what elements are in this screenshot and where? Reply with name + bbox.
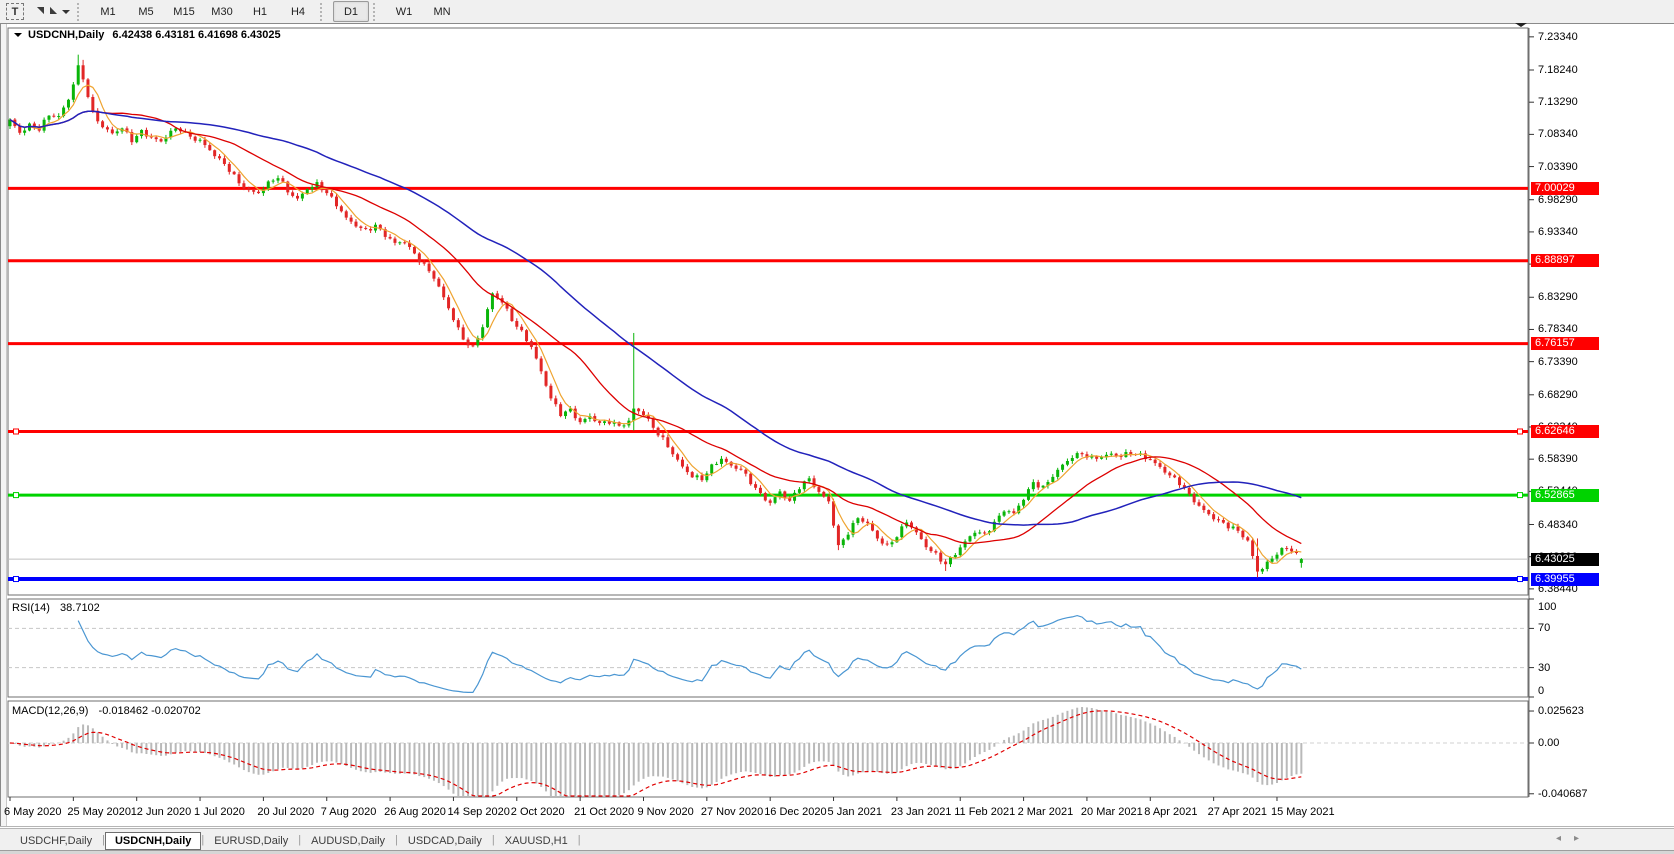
chart-tabbar: USDCHF,Daily|USDCNH,Daily|EURUSD,Daily|A… — [0, 828, 1674, 851]
date-tick: 11 Feb 2021 — [954, 806, 1015, 818]
tabs-host: USDCHF,Daily|USDCNH,Daily|EURUSD,Daily|A… — [10, 831, 581, 850]
tab-separator: | — [578, 834, 581, 846]
tab-eurusd-daily[interactable]: EURUSD,Daily — [204, 833, 298, 849]
date-tick: 9 Nov 2020 — [637, 806, 693, 818]
macd-tick: -0.040687 — [1538, 788, 1588, 800]
ohlc-values: 6.42438 6.43181 6.41698 6.43025 — [112, 29, 280, 41]
macd-name: MACD(12,26,9) — [12, 705, 88, 717]
hline-price-flag: 6.52865 — [1531, 489, 1599, 502]
date-tick: 20 Jul 2020 — [257, 806, 314, 818]
date-tick: 21 Oct 2020 — [574, 806, 634, 818]
price-tick: 6.83290 — [1538, 291, 1578, 303]
date-tick: 8 Apr 2021 — [1144, 806, 1197, 818]
date-tick: 1 Jul 2020 — [194, 806, 245, 818]
date-tick: 27 Nov 2020 — [701, 806, 763, 818]
mt4-window: T M1M5M15M30H1H4D1W1MN USDCNH,Daily 6.42… — [0, 0, 1674, 854]
symbol-period-label: USDCNH,Daily — [28, 29, 104, 41]
price-tick: 7.03390 — [1538, 161, 1578, 173]
tab-usdcad-daily[interactable]: USDCAD,Daily — [398, 833, 492, 849]
date-tick: 16 Dec 2020 — [764, 806, 826, 818]
chart-canvas[interactable] — [0, 0, 1674, 854]
date-tick: 6 May 2020 — [4, 806, 61, 818]
bottom-strip — [0, 850, 1674, 854]
tab-usdcnh-daily[interactable]: USDCNH,Daily — [105, 832, 201, 850]
date-tick: 20 Mar 2021 — [1081, 806, 1143, 818]
date-tick: 12 Jun 2020 — [131, 806, 192, 818]
chart-title: USDCNH,Daily 6.42438 6.43181 6.41698 6.4… — [14, 29, 281, 41]
rsi-label: RSI(14) 38.7102 — [12, 602, 100, 614]
price-tick: 7.13290 — [1538, 96, 1578, 108]
date-tick: 27 Apr 2021 — [1208, 806, 1267, 818]
rsi-tick: 0 — [1538, 685, 1544, 697]
date-tick: 23 Jan 2021 — [891, 806, 952, 818]
date-tick: 5 Jan 2021 — [828, 806, 882, 818]
one-click-trading-icon[interactable] — [14, 33, 22, 41]
macd-label: MACD(12,26,9) -0.018462 -0.020702 — [12, 705, 201, 717]
current-price-flag: 6.43025 — [1531, 553, 1599, 566]
price-tick: 6.48340 — [1538, 519, 1578, 531]
rsi-tick: 100 — [1538, 601, 1556, 613]
rsi-tick: 30 — [1538, 662, 1550, 674]
date-tick: 26 Aug 2020 — [384, 806, 446, 818]
price-tick: 7.08340 — [1538, 128, 1578, 140]
macd-current-values: -0.018462 -0.020702 — [99, 705, 201, 717]
hline-price-flag: 6.76157 — [1531, 337, 1599, 350]
rsi-current-value: 38.7102 — [60, 602, 100, 614]
hline-price-flag: 6.39955 — [1531, 573, 1599, 586]
macd-tick: 0.00 — [1538, 737, 1559, 749]
tab-audusd-daily[interactable]: AUDUSD,Daily — [301, 833, 395, 849]
rsi-tick: 70 — [1538, 622, 1550, 634]
price-tick: 6.68290 — [1538, 389, 1578, 401]
price-tick: 6.93340 — [1538, 226, 1578, 238]
price-tick: 7.18240 — [1538, 64, 1578, 76]
tab-usdchf-daily[interactable]: USDCHF,Daily — [10, 833, 102, 849]
tab-scroll-right-icon[interactable]: ▸ — [1574, 833, 1579, 844]
price-tick: 6.58390 — [1538, 453, 1578, 465]
rsi-name: RSI(14) — [12, 602, 50, 614]
tab-xauusd-h1[interactable]: XAUUSD,H1 — [495, 833, 578, 849]
date-tick: 25 May 2020 — [67, 806, 131, 818]
macd-tick: 0.025623 — [1538, 705, 1584, 717]
date-tick: 7 Aug 2020 — [321, 806, 377, 818]
date-tick: 2 Oct 2020 — [511, 806, 565, 818]
price-tick: 6.78340 — [1538, 323, 1578, 335]
date-tick: 14 Sep 2020 — [447, 806, 509, 818]
date-tick: 15 May 2021 — [1271, 806, 1335, 818]
tab-scroll-left-icon[interactable]: ◂ — [1556, 833, 1561, 844]
hline-price-flag: 6.62646 — [1531, 425, 1599, 438]
price-tick: 6.73390 — [1538, 356, 1578, 368]
hline-price-flag: 6.88897 — [1531, 254, 1599, 267]
date-tick: 2 Mar 2021 — [1018, 806, 1074, 818]
price-tick: 6.98290 — [1538, 194, 1578, 206]
price-tick: 7.23340 — [1538, 31, 1578, 43]
hline-price-flag: 7.00029 — [1531, 182, 1599, 195]
